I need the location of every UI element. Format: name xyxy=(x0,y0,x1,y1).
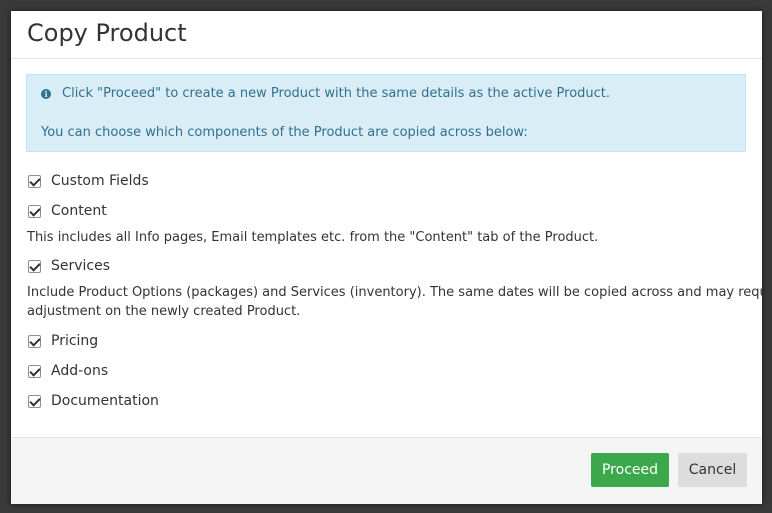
info-circle-icon: i xyxy=(41,89,51,99)
documentation-label[interactable]: Documentation xyxy=(51,393,159,409)
documentation-checkbox[interactable] xyxy=(28,394,41,408)
dialog-header: Copy Product xyxy=(11,11,762,59)
add-ons-label[interactable]: Add-ons xyxy=(51,363,108,379)
services-checkbox[interactable] xyxy=(28,259,41,273)
services-help-text-line-1: Include Product Options (packages) and S… xyxy=(27,285,762,300)
content-label[interactable]: Content xyxy=(51,203,107,219)
proceed-button[interactable]: Proceed xyxy=(591,453,669,487)
option-custom-fields[interactable]: Custom Fields xyxy=(28,172,149,190)
copy-product-dialog: Copy Product i Click "Proceed" to create … xyxy=(11,11,762,504)
dialog-title: Copy Product xyxy=(27,19,187,47)
custom-fields-label[interactable]: Custom Fields xyxy=(51,173,149,189)
services-help-text-line-2: adjustment on the newly created Product. xyxy=(27,304,301,319)
content-checkbox[interactable] xyxy=(28,204,41,218)
add-ons-checkbox[interactable] xyxy=(28,364,41,378)
info-alert-line-1: i Click "Proceed" to create a new Product… xyxy=(41,86,610,101)
option-services[interactable]: Services xyxy=(28,257,110,275)
info-alert: i Click "Proceed" to create a new Product… xyxy=(26,74,746,152)
custom-fields-checkbox[interactable] xyxy=(28,174,41,188)
info-text-2: You can choose which components of the P… xyxy=(41,125,528,140)
option-add-ons[interactable]: Add-ons xyxy=(28,362,108,380)
pricing-checkbox[interactable] xyxy=(28,334,41,348)
option-documentation[interactable]: Documentation xyxy=(28,392,159,410)
cancel-button[interactable]: Cancel xyxy=(678,453,747,487)
dialog-footer: Proceed Cancel xyxy=(11,437,762,504)
services-label[interactable]: Services xyxy=(51,258,110,274)
option-pricing[interactable]: Pricing xyxy=(28,332,98,350)
pricing-label[interactable]: Pricing xyxy=(51,333,98,349)
info-text-1: Click "Proceed" to create a new Product … xyxy=(62,86,611,101)
content-help-text: This includes all Info pages, Email temp… xyxy=(27,230,599,245)
option-content[interactable]: Content xyxy=(28,202,107,220)
